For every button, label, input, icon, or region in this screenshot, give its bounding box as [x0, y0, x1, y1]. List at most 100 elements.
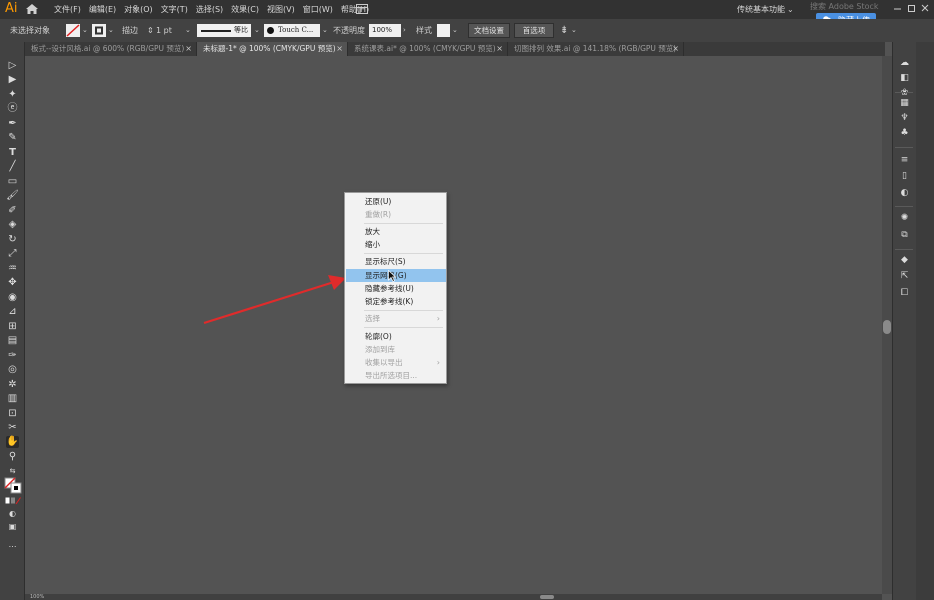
- chevron-down-icon[interactable]: ⌄: [108, 19, 114, 42]
- menu-item-hide-guides[interactable]: 隐藏参考线(U): [346, 282, 446, 295]
- menu-item-export-selection[interactable]: 导出所选项目...: [346, 369, 446, 382]
- artboard-icon[interactable]: ⊡: [6, 408, 19, 420]
- rotate-tool-icon[interactable]: ↻: [6, 234, 19, 246]
- stroke-swatch[interactable]: [92, 24, 106, 37]
- slice-icon[interactable]: ✂: [6, 422, 19, 434]
- close-icon[interactable]: ×: [672, 42, 679, 56]
- fill-stroke-swatches[interactable]: [4, 477, 22, 494]
- free-transform-icon[interactable]: ✥: [6, 277, 19, 289]
- stroke-weight-input[interactable]: 1 pt: [156, 19, 172, 42]
- artboard-canvas[interactable]: [25, 56, 882, 594]
- eraser-icon[interactable]: ◈: [6, 219, 19, 231]
- hand-tool-icon[interactable]: ✋: [6, 436, 19, 448]
- gradient-panel-icon[interactable]: ▯: [898, 171, 911, 182]
- warp-tool-icon[interactable]: ♒: [6, 263, 19, 275]
- menu-item-show-rulers[interactable]: 显示标尺(S): [346, 255, 446, 268]
- graph-icon[interactable]: ▥: [6, 393, 19, 405]
- symbols-icon[interactable]: ♣: [898, 128, 911, 139]
- screen-mode-icon[interactable]: ▣: [6, 521, 19, 533]
- menu-item-lock-guides[interactable]: 锁定参考线(K): [346, 295, 446, 308]
- workspace-switcher[interactable]: 传统基本功能: [737, 0, 785, 19]
- artboards-panel-icon[interactable]: ⧠: [898, 288, 911, 299]
- paintbrush-icon[interactable]: 🖌: [6, 190, 19, 202]
- document-setup-button[interactable]: 文档设置: [468, 23, 510, 38]
- tab-document[interactable]: 板式--设计风格.ai @ 600% (RGB/GPU 预览) ×: [25, 42, 197, 56]
- menu-item-redo[interactable]: 重做(R): [346, 208, 446, 221]
- close-icon[interactable]: ×: [496, 42, 503, 56]
- close-icon[interactable]: ×: [185, 42, 192, 56]
- magic-wand-icon[interactable]: ✦: [6, 89, 19, 101]
- type-tool-icon[interactable]: T: [6, 147, 19, 159]
- chevron-down-icon[interactable]: ⌄: [452, 19, 458, 42]
- draw-mode-icon[interactable]: ◐: [6, 508, 19, 520]
- menu-item-collect-for-export[interactable]: 收集以导出 ›: [346, 356, 446, 369]
- chevron-down-icon[interactable]: ⌄: [322, 19, 328, 42]
- menu-item-add-to-library[interactable]: 添加到库: [346, 343, 446, 356]
- zoom-level[interactable]: 100%: [30, 594, 44, 600]
- horizontal-scroll-thumb[interactable]: [540, 595, 554, 599]
- color-guide-icon[interactable]: ◧: [898, 73, 911, 84]
- scale-tool-icon[interactable]: ⤢: [6, 248, 19, 260]
- shape-builder-icon[interactable]: ◉: [6, 292, 19, 304]
- transparency-icon[interactable]: ◐: [898, 188, 911, 199]
- home-icon[interactable]: [25, 3, 39, 15]
- stepper-icon[interactable]: ⇕: [147, 19, 154, 42]
- vertical-scroll-thumb[interactable]: [883, 320, 891, 334]
- menu-window[interactable]: 窗口(W): [303, 0, 338, 19]
- arrange-documents-icon[interactable]: [356, 4, 368, 14]
- arrange-icon[interactable]: ⇟: [560, 19, 568, 42]
- menu-item-zoom-out[interactable]: 缩小: [346, 238, 446, 251]
- more-tools-icon[interactable]: ⋯: [6, 541, 19, 553]
- blob-brush-icon[interactable]: ✐: [6, 205, 19, 217]
- graphic-styles-icon[interactable]: ⧉: [898, 230, 911, 241]
- graphic-style-swatch[interactable]: [437, 24, 450, 37]
- zoom-tool-icon[interactable]: ⚲: [6, 451, 19, 463]
- menu-item-select[interactable]: 选择 ›: [346, 312, 446, 325]
- eyedropper-icon[interactable]: ✑: [6, 350, 19, 362]
- brushes-icon[interactable]: ♆: [898, 113, 911, 124]
- menu-item-undo[interactable]: 还原(U): [346, 195, 446, 208]
- menu-type[interactable]: 文字(T): [161, 0, 193, 19]
- color-mode-icon[interactable]: [5, 497, 21, 505]
- menu-edit[interactable]: 编辑(E): [89, 0, 121, 19]
- appearance-icon[interactable]: ✺: [898, 213, 911, 224]
- opacity-input[interactable]: 100%: [369, 24, 401, 37]
- menu-select[interactable]: 选择(S): [196, 0, 228, 19]
- tab-document-active[interactable]: 未标题-1* @ 100% (CMYK/GPU 预览) ×: [197, 42, 348, 56]
- chevron-down-icon[interactable]: ⌄: [254, 19, 260, 42]
- color-icon[interactable]: ☁: [898, 58, 911, 69]
- swatches-icon[interactable]: ▦: [898, 98, 911, 109]
- pen-tool-icon[interactable]: ✒: [6, 118, 19, 130]
- chevron-down-icon[interactable]: ⌄: [571, 19, 577, 42]
- direct-selection-tool-icon[interactable]: ▶: [6, 74, 19, 86]
- tab-document[interactable]: 切图排列 效果.ai @ 141.18% (RGB/GPU 预览) ×: [508, 42, 684, 56]
- menu-object[interactable]: 对象(O): [124, 0, 158, 19]
- gradient-icon[interactable]: ▤: [6, 335, 19, 347]
- menu-item-show-grid[interactable]: 显示网格(G): [346, 269, 446, 282]
- rectangle-tool-icon[interactable]: ▭: [6, 176, 19, 188]
- variable-width-profile[interactable]: 等比: [197, 24, 251, 37]
- asset-export-icon[interactable]: ⇱: [898, 271, 911, 282]
- fill-swatch[interactable]: [66, 24, 80, 37]
- stock-search-input[interactable]: 搜索 Adobe Stock: [810, 2, 879, 12]
- blend-icon[interactable]: ◎: [6, 364, 19, 376]
- stroke-icon[interactable]: ≡: [898, 155, 911, 166]
- selection-tool-icon[interactable]: ▷: [6, 60, 19, 72]
- menu-effect[interactable]: 效果(C): [231, 0, 264, 19]
- chevron-down-icon[interactable]: ⌄: [787, 0, 794, 19]
- menu-item-zoom-in[interactable]: 放大: [346, 225, 446, 238]
- default-colors-icon[interactable]: ⇆: [6, 465, 19, 477]
- layers-icon[interactable]: ◆: [898, 255, 911, 266]
- chevron-down-icon[interactable]: ⌄: [185, 19, 191, 42]
- menu-view[interactable]: 视图(V): [267, 0, 300, 19]
- symbol-sprayer-icon[interactable]: ✲: [6, 379, 19, 391]
- curvature-icon[interactable]: ✎: [6, 132, 19, 144]
- close-icon[interactable]: ×: [336, 42, 343, 56]
- tab-document[interactable]: 系统课表.ai* @ 100% (CMYK/GPU 预览) ×: [348, 42, 508, 56]
- chevron-down-icon[interactable]: ⌄: [82, 19, 88, 42]
- opacity-label[interactable]: 不透明度: [333, 19, 365, 42]
- lasso-icon[interactable]: ⓔ: [6, 103, 19, 115]
- menu-file[interactable]: 文件(F): [54, 0, 86, 19]
- menu-item-outline[interactable]: 轮廓(O): [346, 330, 446, 343]
- perspective-icon[interactable]: ⊿: [6, 306, 19, 318]
